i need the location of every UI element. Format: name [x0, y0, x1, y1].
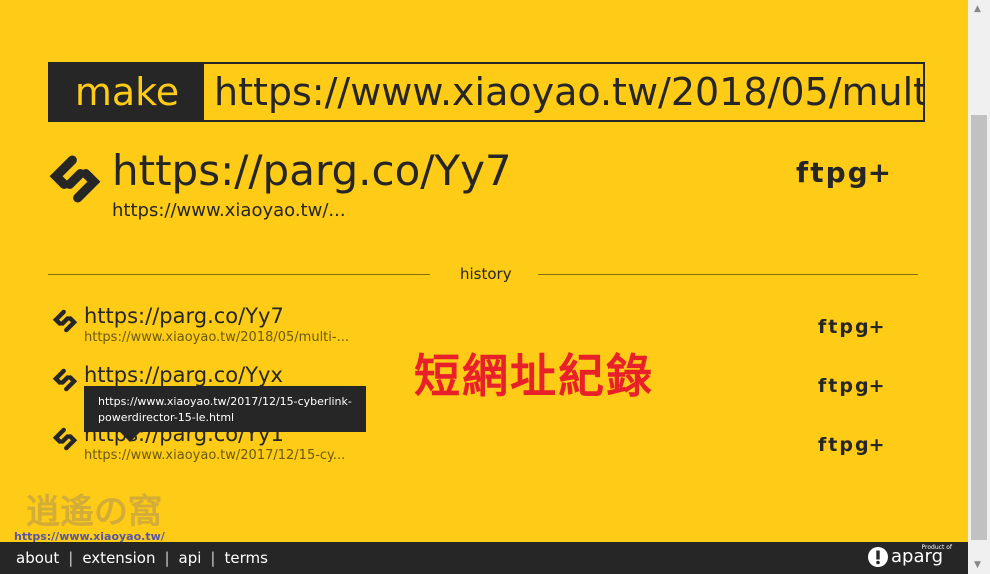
share-buttons: f t p g+	[818, 375, 885, 397]
url-input[interactable]	[204, 64, 923, 120]
history-heading: history	[460, 265, 512, 283]
short-url[interactable]: https://parg.co/Yy7	[112, 146, 512, 195]
make-button[interactable]: make	[50, 64, 204, 120]
google-plus-icon[interactable]: g+	[855, 434, 885, 456]
pinterest-icon[interactable]: p	[839, 375, 853, 397]
exclamation-icon	[868, 546, 888, 567]
twitter-icon[interactable]: t	[828, 434, 837, 456]
footer-link-api[interactable]: api	[179, 549, 202, 567]
google-plus-icon[interactable]: g+	[855, 375, 885, 397]
share-buttons: f t p g+	[796, 156, 891, 189]
separator: |	[68, 549, 74, 567]
facebook-icon[interactable]: f	[818, 316, 826, 338]
make-form: make	[48, 62, 925, 122]
twitter-icon[interactable]: t	[828, 375, 837, 397]
twitter-icon[interactable]: t	[828, 316, 837, 338]
separator: |	[164, 549, 170, 567]
pinterest-icon[interactable]: p	[839, 434, 853, 456]
product-of-label: Product of	[921, 544, 952, 551]
long-url[interactable]: https://www.xiaoyao.tw/...	[112, 200, 346, 221]
share-buttons: f t p g+	[818, 434, 885, 456]
tooltip: https://www.xiaoyao.tw/2017/12/15-cyberl…	[84, 386, 366, 442]
history-long-url[interactable]: https://www.xiaoyao.tw/2017/12/15-cy...	[84, 448, 345, 463]
facebook-icon[interactable]: f	[818, 375, 826, 397]
aparg-logo[interactable]: Product of aparg	[868, 544, 952, 567]
facebook-icon[interactable]: f	[818, 434, 826, 456]
history-long-url[interactable]: https://www.xiaoyao.tw/2018/05/multi-...	[84, 330, 349, 345]
share-buttons: f t p g+	[818, 316, 885, 338]
pinterest-icon[interactable]: p	[839, 316, 853, 338]
google-plus-icon[interactable]: g+	[855, 316, 885, 338]
facebook-icon[interactable]: f	[796, 156, 808, 189]
history-short-url[interactable]: https://parg.co/Yy7	[84, 304, 284, 328]
footer: about | extension | api | terms Product …	[0, 542, 968, 574]
history-short-url[interactable]: https://parg.co/Yyx	[84, 363, 283, 387]
footer-link-terms[interactable]: terms	[224, 549, 267, 567]
scroll-down-icon[interactable]: ▼	[974, 560, 981, 570]
overlay-caption: 短網址紀錄	[414, 349, 654, 403]
twitter-icon[interactable]: t	[810, 156, 823, 189]
scroll-up-icon[interactable]: ▲	[974, 4, 981, 14]
link-icon	[49, 155, 101, 203]
scrollbar[interactable]: ▲ ▼	[968, 0, 990, 574]
pinterest-icon[interactable]: p	[826, 156, 846, 189]
footer-link-extension[interactable]: extension	[82, 549, 155, 567]
link-icon	[52, 427, 78, 451]
link-icon	[52, 309, 78, 333]
scrollbar-thumb[interactable]	[971, 115, 987, 540]
google-plus-icon[interactable]: g+	[848, 156, 892, 189]
divider	[48, 274, 430, 275]
link-icon	[52, 368, 78, 392]
watermark-logo: 逍遙の窩	[26, 492, 162, 532]
footer-link-about[interactable]: about	[16, 549, 59, 567]
divider	[538, 274, 918, 275]
separator: |	[210, 549, 216, 567]
